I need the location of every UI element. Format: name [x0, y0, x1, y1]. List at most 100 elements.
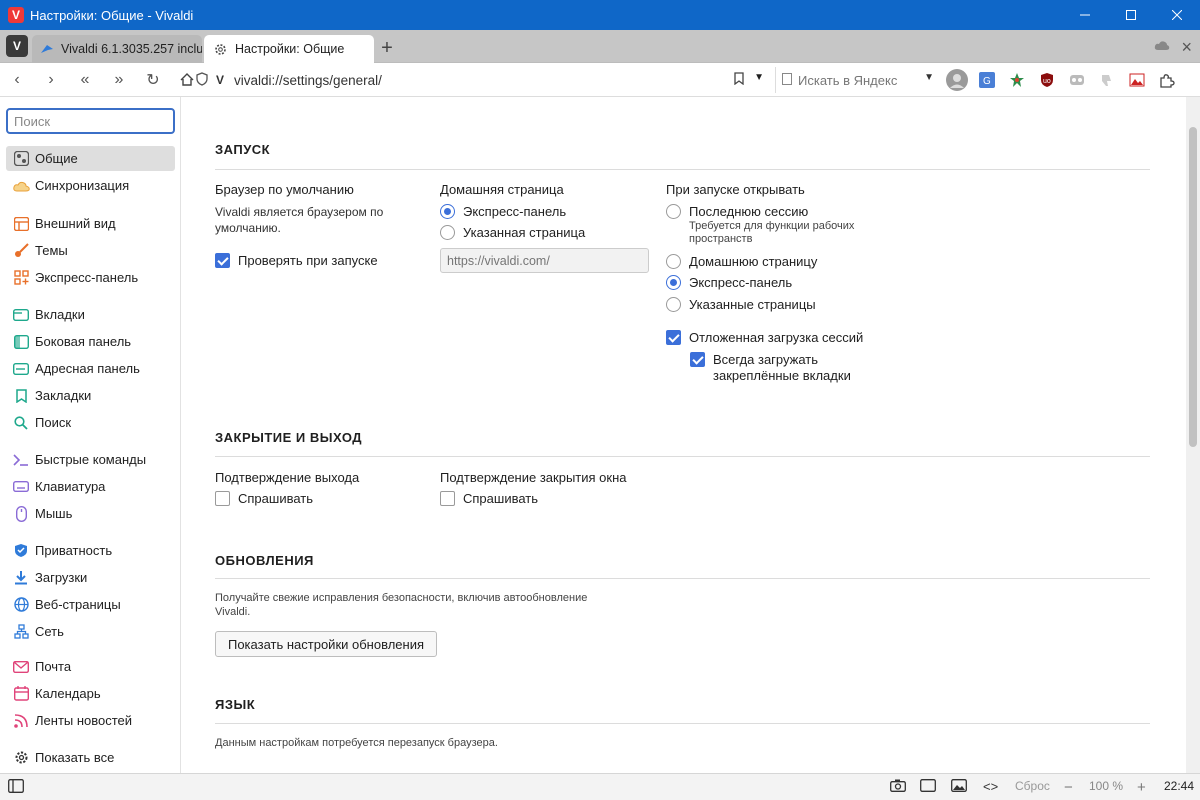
pinned-tabs-checkbox[interactable] — [690, 352, 705, 367]
minimize-button[interactable] — [1062, 0, 1108, 30]
vivaldi-logo-icon: V — [8, 7, 24, 23]
scrollbar[interactable] — [1186, 97, 1200, 773]
url-field[interactable]: V vivaldi://settings/general/ ▼ — [196, 67, 770, 93]
settings-content: ЗАПУСК Браузер по умолчанию Vivaldi явля… — [182, 97, 1186, 773]
sidebar-item-speed-dial[interactable]: Экспресс-панель — [6, 265, 175, 290]
chevron-down-icon[interactable]: ▼ — [924, 72, 934, 83]
forward-icon[interactable]: › — [34, 63, 68, 97]
bookmark-icon[interactable] — [734, 72, 744, 88]
homepage-speed-dial-radio[interactable] — [440, 204, 455, 219]
mail-icon — [12, 658, 30, 676]
on-start-title: При запуске открывать — [666, 182, 805, 197]
close-window-button[interactable] — [1154, 0, 1200, 30]
image-extension-icon[interactable] — [1124, 67, 1150, 93]
start-homepage-radio[interactable] — [666, 254, 681, 269]
sidebar-item-feeds[interactable]: Ленты новостей — [6, 708, 175, 733]
reload-icon[interactable]: ↻ — [136, 63, 170, 97]
extensions-puzzle-icon[interactable] — [1154, 67, 1180, 93]
sidebar-item-bookmarks[interactable]: Закладки — [6, 383, 175, 408]
sync-cloud-icon[interactable] — [1154, 39, 1170, 54]
quick-commands-icon — [12, 451, 30, 469]
rss-icon — [12, 712, 30, 730]
vivaldi-menu-button[interactable]: V — [6, 35, 28, 57]
sidebar-item-downloads[interactable]: Загрузки — [6, 565, 175, 590]
sidebar-item-show-all[interactable]: Показать все — [6, 745, 175, 770]
back-icon[interactable]: ‹ — [0, 63, 34, 97]
start-specific-pages-radio[interactable] — [666, 297, 681, 312]
tile-icon[interactable] — [920, 779, 936, 792]
confirm-exit-checkbox[interactable] — [215, 491, 230, 506]
zoom-out-button[interactable]: − — [1064, 779, 1073, 796]
start-speed-dial-radio[interactable] — [666, 275, 681, 290]
section-heading-exit: ЗАКРЫТИЕ И ВЫХОД — [215, 430, 363, 445]
brush-icon — [12, 242, 30, 260]
panel-toggle-icon[interactable] — [8, 779, 24, 793]
images-icon[interactable] — [951, 779, 967, 792]
homepage-specific-page-radio[interactable] — [440, 225, 455, 240]
search-placeholder: Искать в Яндекс — [798, 72, 898, 88]
download-icon — [12, 569, 30, 587]
sidebar-item-calendar[interactable]: Календарь — [6, 681, 175, 706]
sidebar-item-quick-commands[interactable]: Быстрые команды — [6, 447, 175, 472]
sidebar-item-appearance[interactable]: Внешний вид — [6, 211, 175, 236]
sidebar-item-label: Синхронизация — [35, 178, 130, 193]
sidebar-item-general[interactable]: Общие — [6, 146, 175, 171]
sidebar-item-network[interactable]: Сеть — [6, 619, 175, 644]
homepage-specific-page-label: Указанная страница — [463, 225, 586, 240]
sidebar-item-label: Темы — [35, 243, 68, 258]
mouse-icon — [12, 505, 30, 523]
homepage-url-input[interactable] — [440, 248, 649, 273]
divider — [215, 169, 1150, 170]
ublock-icon[interactable]: uo — [1034, 67, 1060, 93]
zoom-reset-button[interactable]: Сброс — [1015, 779, 1050, 793]
tab-label: Настройки: Общие — [235, 42, 345, 56]
calendar-icon — [12, 685, 30, 703]
sidebar-item-address-bar[interactable]: Адресная панель — [6, 356, 175, 381]
zoom-in-button[interactable]: + — [1137, 779, 1146, 796]
search-field[interactable]: Искать в Яндекс ▼ — [775, 67, 940, 93]
homepage-title: Домашняя страница — [440, 182, 564, 197]
last-session-radio[interactable] — [666, 204, 681, 219]
sidebar-item-label: Клавиатура — [35, 479, 106, 494]
sidebar-item-keyboard[interactable]: Клавиатура — [6, 474, 175, 499]
sidebar-item-tabs[interactable]: Вкладки — [6, 302, 175, 327]
profile-avatar-icon[interactable] — [944, 67, 970, 93]
camera-icon[interactable] — [890, 779, 906, 792]
page-actions-icon[interactable]: <> — [983, 779, 998, 794]
sidebar-item-label: Мышь — [35, 506, 73, 521]
rewind-icon[interactable]: « — [68, 63, 102, 97]
settings-search-input[interactable] — [6, 108, 175, 134]
sidebar-item-mail[interactable]: Почта — [6, 654, 175, 679]
check-on-startup-checkbox[interactable] — [215, 253, 230, 268]
star-extension-icon[interactable] — [1004, 67, 1030, 93]
sidebar-item-search[interactable]: Поиск — [6, 410, 175, 435]
sidebar-item-mouse[interactable]: Мышь — [6, 501, 175, 526]
sidebar-item-label: Поиск — [35, 415, 72, 430]
sidebar-item-sync[interactable]: Синхронизация — [6, 173, 175, 198]
show-update-settings-button[interactable]: Показать настройки обновления — [215, 631, 437, 657]
confirm-close-checkbox[interactable] — [440, 491, 455, 506]
settings-sidebar: Общие Синхронизация Внешний вид Темы Экс… — [0, 97, 181, 773]
gamepad-icon[interactable] — [1064, 67, 1090, 93]
sidebar-item-panel[interactable]: Боковая панель — [6, 329, 175, 354]
sidebar-item-themes[interactable]: Темы — [6, 238, 175, 263]
close-icon[interactable]: × — [1181, 37, 1192, 58]
sidebar-item-label: Экспресс-панель — [35, 270, 139, 285]
tab-settings[interactable]: Настройки: Общие — [204, 35, 374, 63]
sidebar-item-label: Приватность — [35, 543, 113, 558]
thumbs-down-icon[interactable] — [1094, 67, 1120, 93]
sidebar-item-webpages[interactable]: Веб-страницы — [6, 592, 175, 617]
chevron-down-icon[interactable]: ▼ — [754, 72, 764, 83]
sidebar-item-privacy[interactable]: Приватность — [6, 538, 175, 563]
translate-icon[interactable]: G — [974, 67, 1000, 93]
lazy-load-checkbox[interactable] — [666, 330, 681, 345]
scrollbar-thumb[interactable] — [1189, 127, 1197, 447]
sidebar-item-label: Веб-страницы — [35, 597, 121, 612]
zoom-level: 100 % — [1089, 779, 1124, 793]
sidebar-item-label: Быстрые команды — [35, 452, 147, 467]
new-tab-button[interactable]: + — [376, 37, 398, 59]
fast-forward-icon[interactable]: » — [102, 63, 136, 97]
tab-vivaldi-news[interactable]: Vivaldi 6.1.3035.257 include — [32, 35, 202, 63]
maximize-button[interactable] — [1108, 0, 1154, 30]
shield-icon[interactable] — [196, 71, 208, 89]
